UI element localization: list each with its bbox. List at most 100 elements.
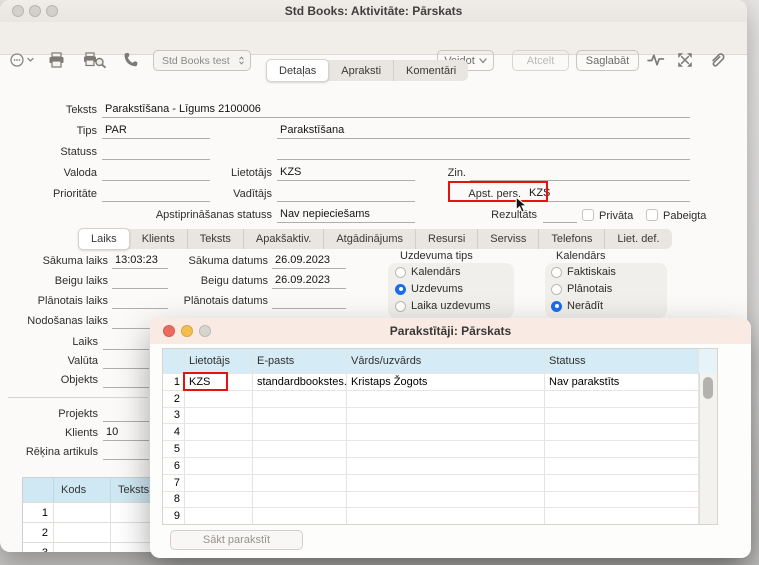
signers-cell-lietotajs[interactable]: KZS: [185, 374, 253, 390]
start-signing-button[interactable]: Sākt parakstīt: [170, 530, 303, 550]
vaditajs-field[interactable]: [277, 187, 415, 202]
signers-cell-lietotajs[interactable]: [185, 492, 253, 508]
lietotajs-field[interactable]: KZS: [277, 166, 415, 181]
privata-checkbox[interactable]: [582, 209, 594, 221]
radio-neradit-option[interactable]: Nerādīt: [551, 300, 603, 312]
statuss-field[interactable]: [102, 145, 210, 160]
signers-row[interactable]: 6: [163, 457, 717, 474]
signers-row[interactable]: 2: [163, 390, 717, 407]
signers-cell-statuss[interactable]: [545, 391, 699, 407]
subtab-liet-def[interactable]: Liet. def.: [604, 229, 671, 249]
laiks-field[interactable]: [103, 335, 149, 350]
radio-faktiskais-option[interactable]: Faktiskais: [551, 266, 616, 278]
matrix-cell-kods[interactable]: [54, 523, 111, 542]
save-button[interactable]: Saglabāt: [576, 50, 639, 71]
statuss-name-field[interactable]: [277, 145, 690, 160]
signers-cell-lietotajs[interactable]: [185, 424, 253, 440]
tab-komentari[interactable]: Komentāri: [393, 60, 468, 81]
subtab-laiks[interactable]: Laiks: [78, 228, 130, 250]
planotais-datums-field[interactable]: [272, 294, 346, 309]
signers-cell-lietotajs[interactable]: [185, 475, 253, 491]
beigu-datums-field[interactable]: 26.09.2023: [272, 274, 346, 289]
rezultats-field[interactable]: [543, 208, 577, 223]
subtab-apaksaktiv[interactable]: Apakšaktiv.: [243, 229, 323, 249]
signers-row[interactable]: 7: [163, 474, 717, 491]
signers-cell-epasts[interactable]: [253, 391, 347, 407]
print-icon[interactable]: [47, 51, 67, 69]
signers-cell-vards[interactable]: [347, 441, 545, 457]
signers-cell-statuss[interactable]: [545, 408, 699, 424]
sakuma-datums-field[interactable]: 26.09.2023: [272, 254, 346, 269]
radio-uzdevums-option[interactable]: Uzdevums: [395, 283, 463, 295]
expand-icon[interactable]: [676, 51, 696, 69]
signers-row[interactable]: 5: [163, 440, 717, 457]
tab-detalas[interactable]: Detaļas: [266, 59, 329, 82]
paperclip-icon[interactable]: [708, 51, 728, 69]
radio-laika-uzdevums-option[interactable]: Laika uzdevums: [395, 300, 491, 312]
matrix-cell-kods[interactable]: [54, 543, 111, 552]
signers-cell-epasts[interactable]: [253, 492, 347, 508]
subtab-telefons[interactable]: Telefons: [538, 229, 604, 249]
klients-field[interactable]: 10: [103, 426, 149, 441]
tab-apraksti[interactable]: Apraksti: [329, 60, 393, 81]
tips-field[interactable]: PAR: [102, 124, 210, 139]
signers-row[interactable]: 1 KZS standardbookstes... Kristaps Žogot…: [163, 373, 717, 390]
subtab-atgadinajums[interactable]: Atgādinājums: [323, 229, 415, 249]
signers-cell-statuss[interactable]: [545, 475, 699, 491]
signers-cell-vards[interactable]: [347, 408, 545, 424]
signers-cell-vards[interactable]: [347, 508, 545, 524]
signers-cell-statuss[interactable]: Nav parakstīts: [545, 374, 699, 390]
cancel-button[interactable]: Atcelt: [512, 50, 569, 71]
operations-menu-icon[interactable]: [9, 51, 37, 69]
signers-row[interactable]: 3: [163, 407, 717, 424]
valuta-field[interactable]: [103, 354, 149, 369]
subtab-serviss[interactable]: Serviss: [477, 229, 538, 249]
radio-planotais-option[interactable]: Plānotais: [551, 283, 612, 295]
apst-pers-field[interactable]: KZS: [526, 187, 690, 202]
signers-cell-statuss[interactable]: [545, 424, 699, 440]
signers-row[interactable]: 9: [163, 507, 717, 524]
signers-cell-lietotajs[interactable]: [185, 408, 253, 424]
subtab-resursi[interactable]: Resursi: [415, 229, 477, 249]
signers-row[interactable]: 4: [163, 423, 717, 440]
signers-cell-epasts[interactable]: [253, 458, 347, 474]
pabeigta-checkbox[interactable]: [646, 209, 658, 221]
signers-cell-lietotajs[interactable]: [185, 441, 253, 457]
signers-cell-vards[interactable]: [347, 424, 545, 440]
tips-name-field[interactable]: Parakstīšana: [277, 124, 690, 139]
signers-cell-vards[interactable]: [347, 391, 545, 407]
signers-cell-statuss[interactable]: [545, 458, 699, 474]
signers-cell-lietotajs[interactable]: [185, 508, 253, 524]
zin-field[interactable]: [470, 166, 690, 181]
signers-cell-vards[interactable]: [347, 492, 545, 508]
signers-cell-epasts[interactable]: [253, 408, 347, 424]
beigu-laiks-field[interactable]: [112, 274, 168, 289]
signers-cell-lietotajs[interactable]: [185, 391, 253, 407]
planotais-laiks-field[interactable]: [112, 294, 168, 309]
sakuma-laiks-field[interactable]: 13:03:23: [112, 254, 168, 269]
signers-cell-vards[interactable]: [347, 458, 545, 474]
teksts-field[interactable]: Parakstīšana - Līgums 2100006: [102, 103, 690, 118]
signers-row[interactable]: 8: [163, 491, 717, 508]
main-titlebar[interactable]: Std Books: Aktivitāte: Pārskats: [0, 0, 747, 22]
company-select[interactable]: Std Books test: [153, 50, 251, 71]
signers-cell-vards[interactable]: Kristaps Žogots: [347, 374, 545, 390]
subtab-klients[interactable]: Klients: [130, 229, 187, 249]
activity-icon[interactable]: [647, 51, 667, 69]
apstiprinasanas-statuss-field[interactable]: Nav nepieciešams: [277, 208, 415, 223]
objekts-field[interactable]: [103, 373, 149, 388]
signers-cell-vards[interactable]: [347, 475, 545, 491]
radio-kalendars-option[interactable]: Kalendārs: [395, 266, 461, 278]
matrix-cell-kods[interactable]: [54, 503, 111, 522]
rekina-artikuls-field[interactable]: [103, 445, 149, 460]
phone-icon[interactable]: [122, 51, 142, 69]
scrollbar-thumb[interactable]: [703, 377, 713, 399]
print-preview-icon[interactable]: [82, 51, 108, 69]
signers-cell-statuss[interactable]: [545, 441, 699, 457]
signers-cell-epasts[interactable]: [253, 475, 347, 491]
projekts-field[interactable]: [103, 407, 149, 422]
signers-cell-statuss[interactable]: [545, 508, 699, 524]
signers-cell-epasts[interactable]: [253, 441, 347, 457]
table-scrollbar[interactable]: [699, 373, 717, 524]
signers-cell-lietotajs[interactable]: [185, 458, 253, 474]
